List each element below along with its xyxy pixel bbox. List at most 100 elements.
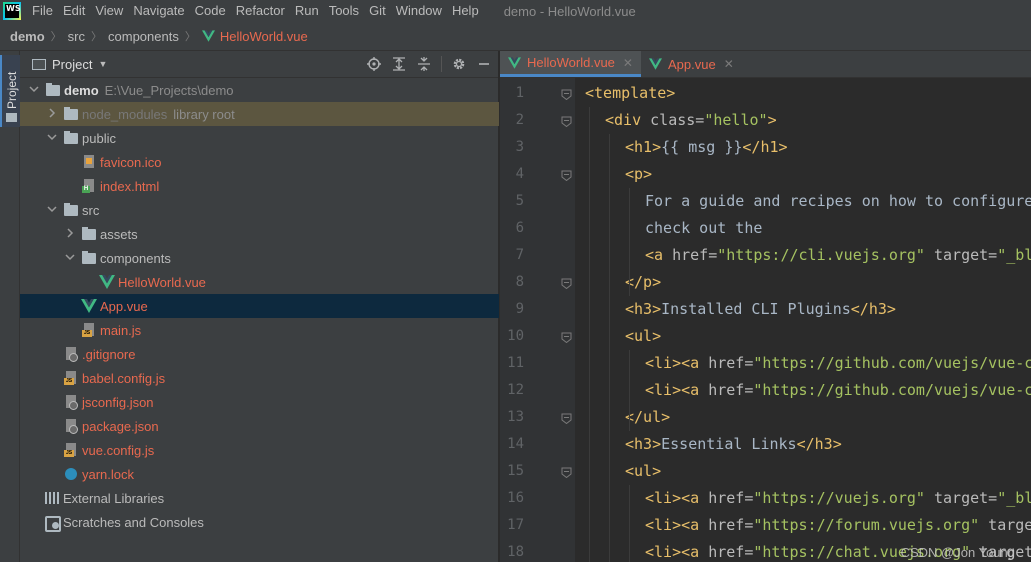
fold-marker-icon[interactable] bbox=[561, 115, 572, 128]
tree-item-label: main.js bbox=[100, 322, 142, 338]
tree-item[interactable]: assets bbox=[20, 222, 499, 246]
code-token: "https://cli.vuejs.org" bbox=[717, 246, 925, 264]
tab-helloworld-vue[interactable]: HelloWorld.vue ✕ bbox=[500, 51, 641, 77]
tree-item[interactable]: Scratches and Consoles bbox=[20, 510, 499, 534]
code-token: </p> bbox=[625, 273, 662, 291]
chevron-right-icon[interactable] bbox=[64, 227, 76, 241]
tree-item[interactable]: HelloWorld.vue bbox=[20, 270, 499, 294]
chevron-down-icon[interactable] bbox=[28, 84, 40, 97]
code-line: <template> bbox=[585, 80, 675, 107]
tree-item[interactable]: jsconfig.json bbox=[20, 390, 499, 414]
tree-item-label: public bbox=[82, 130, 116, 146]
code-area[interactable]: <template> <div class="hello"> <h1>{{ msg … bbox=[575, 78, 1031, 562]
gear-icon[interactable] bbox=[451, 56, 467, 72]
chevron-down-icon[interactable] bbox=[46, 132, 58, 145]
line-number: 4 bbox=[515, 166, 524, 182]
menu-file[interactable]: File bbox=[27, 0, 58, 22]
chevron-right-icon[interactable] bbox=[46, 107, 58, 121]
hide-panel-icon[interactable] bbox=[476, 56, 492, 72]
chevron-down-icon[interactable] bbox=[46, 204, 58, 217]
tree-item-label: yarn.lock bbox=[82, 466, 135, 482]
fold-marker-icon[interactable] bbox=[561, 277, 572, 290]
tree-item[interactable]: yarn.lock bbox=[20, 462, 499, 486]
close-icon[interactable]: ✕ bbox=[623, 56, 633, 70]
expand-all-icon[interactable] bbox=[391, 56, 407, 72]
menu-view[interactable]: View bbox=[90, 0, 128, 22]
code-line: <h3>Essential Links</h3> bbox=[625, 431, 842, 458]
project-tool-window-tab[interactable]: Project bbox=[0, 55, 20, 127]
chevron-down-icon[interactable] bbox=[64, 252, 76, 265]
tree-item[interactable]: package.json bbox=[20, 414, 499, 438]
code-token: <li><a bbox=[645, 354, 709, 372]
line-number: 2 bbox=[515, 112, 524, 128]
editor-gutter[interactable]: 1 2 3 4 5 6 7 8 9 10 11 12 13 14 15 16 17 18 bbox=[500, 78, 575, 562]
tree-item[interactable]: main.js bbox=[20, 318, 499, 342]
tree-item[interactable]: babel.config.js bbox=[20, 366, 499, 390]
code-token: <li><a bbox=[645, 489, 709, 507]
webstorm-logo-icon: WS bbox=[3, 2, 21, 20]
code-token: "hello" bbox=[704, 111, 768, 129]
code-line: <ul> bbox=[625, 323, 661, 350]
menu-code[interactable]: Code bbox=[190, 0, 231, 22]
tab-app-vue[interactable]: App.vue ✕ bbox=[641, 51, 742, 77]
tree-item[interactable]: External Libraries bbox=[20, 486, 499, 510]
json-file-icon bbox=[63, 418, 79, 434]
code-line: <li><a href="https://github.com/vuejs/vu… bbox=[645, 377, 1031, 404]
watermark: CSDN @Jon Young bbox=[900, 545, 1015, 560]
code-token: <a bbox=[645, 246, 673, 264]
code-token: For a guide and recipes on how to config… bbox=[645, 192, 1031, 210]
tree-item[interactable]: index.html bbox=[20, 174, 499, 198]
code-token: Installed CLI Plugins bbox=[661, 300, 851, 318]
menu-window[interactable]: Window bbox=[391, 0, 447, 22]
fold-marker-icon[interactable] bbox=[561, 466, 572, 479]
menu-refactor[interactable]: Refactor bbox=[231, 0, 290, 22]
chevron-down-icon[interactable]: ▼ bbox=[98, 59, 107, 69]
code-line: <a href="https://cli.vuejs.org" target="… bbox=[645, 242, 1031, 269]
locate-icon[interactable] bbox=[366, 56, 382, 72]
tree-item-hint: library root bbox=[173, 106, 235, 122]
code-token: href= bbox=[672, 246, 718, 264]
menu-navigate[interactable]: Navigate bbox=[128, 0, 189, 22]
menu-tools[interactable]: Tools bbox=[324, 0, 364, 22]
tree-item[interactable]: node_modules library root bbox=[20, 102, 499, 126]
tree-item-label: favicon.ico bbox=[100, 154, 162, 170]
menu-git[interactable]: Git bbox=[364, 0, 391, 22]
breadcrumb-file[interactable]: HelloWorld.vue bbox=[220, 29, 308, 44]
menu-run[interactable]: Run bbox=[290, 0, 324, 22]
tree-item[interactable]: demo E:\Vue_Projects\demo bbox=[20, 78, 499, 102]
breadcrumb-src[interactable]: src bbox=[68, 29, 85, 44]
code-line: <li><a href="https://forum.vuejs.org" ta… bbox=[645, 512, 1031, 539]
code-token: </h3> bbox=[850, 300, 896, 318]
tree-item[interactable]: App.vue bbox=[20, 294, 499, 318]
breadcrumb-components[interactable]: components bbox=[108, 29, 179, 44]
breadcrumb-project[interactable]: demo bbox=[10, 29, 45, 44]
tree-item[interactable]: src bbox=[20, 198, 499, 222]
fold-marker-icon[interactable] bbox=[561, 88, 572, 101]
code-token: <p> bbox=[625, 165, 653, 183]
project-view-selector[interactable]: Project bbox=[52, 57, 92, 72]
menu-edit[interactable]: Edit bbox=[58, 0, 90, 22]
project-tree: demo E:\Vue_Projects\demo node_modules libr… bbox=[20, 78, 499, 534]
tree-item[interactable]: vue.config.js bbox=[20, 438, 499, 462]
code-token: <li><a bbox=[645, 516, 709, 534]
fold-marker-icon[interactable] bbox=[561, 169, 572, 182]
code-token: class= bbox=[650, 111, 705, 129]
code-token: {{ msg }} bbox=[661, 138, 743, 156]
folder-icon bbox=[32, 58, 46, 70]
tree-item[interactable]: favicon.ico bbox=[20, 150, 499, 174]
fold-marker-icon[interactable] bbox=[561, 412, 572, 425]
code-token: "https://forum.vuejs.org" bbox=[753, 516, 980, 534]
tree-item-label: demo bbox=[64, 82, 99, 98]
menu-help[interactable]: Help bbox=[447, 0, 484, 22]
tree-item[interactable]: public bbox=[20, 126, 499, 150]
code-token: <li><a bbox=[645, 381, 709, 399]
project-panel: Project ▼ demo E:\Vue_Projects\demo node_m… bbox=[20, 51, 499, 562]
close-icon[interactable]: ✕ bbox=[724, 57, 734, 71]
collapse-all-icon[interactable] bbox=[416, 56, 432, 72]
fold-marker-icon[interactable] bbox=[561, 331, 572, 344]
yarn-icon bbox=[63, 466, 79, 482]
tab-label: HelloWorld.vue bbox=[527, 55, 615, 70]
code-token: "_blank" bbox=[997, 246, 1031, 264]
tree-item[interactable]: components bbox=[20, 246, 499, 270]
tree-item[interactable]: .gitignore bbox=[20, 342, 499, 366]
